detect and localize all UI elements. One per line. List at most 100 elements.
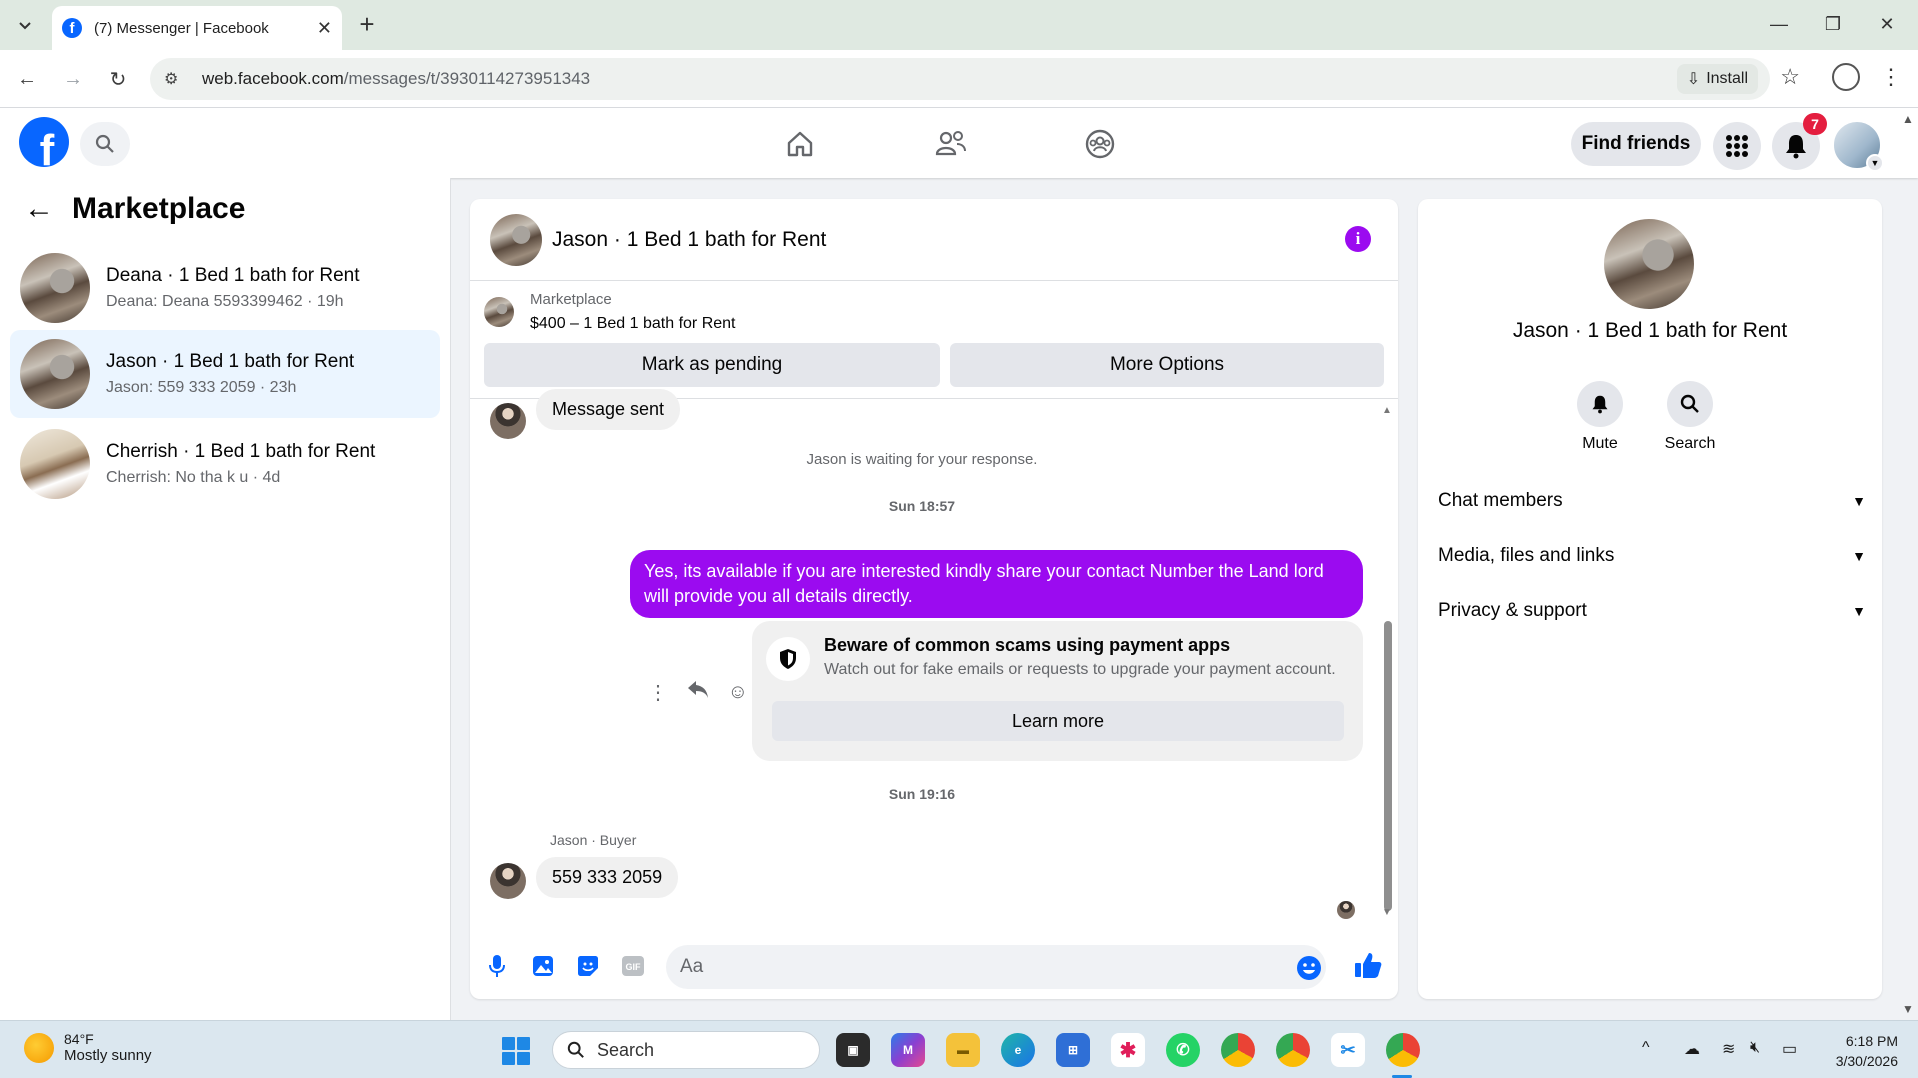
gif-icon[interactable]: GIF [618,951,648,981]
microphone-icon[interactable] [482,951,512,981]
wifi-icon[interactable]: ≋ [1722,1039,1735,1059]
minimize-window-button[interactable]: — [1756,8,1802,40]
windows-taskbar: 84°F Mostly sunny Search ▣ M ▬ e ⊞ ✱ ✆ ✂… [0,1020,1918,1078]
account-chevron-icon[interactable]: ▼ [1866,154,1884,172]
conversation-name: Cherrish · 1 Bed 1 bath for Rent [106,441,376,462]
facebook-logo[interactable]: f [19,117,69,167]
chat-title[interactable]: Jason · 1 Bed 1 bath for Rent [552,228,826,252]
chat-header: Jason · 1 Bed 1 bath for Rent i [470,199,1398,281]
facebook-search-button[interactable] [80,122,130,166]
restore-window-button[interactable]: ❐ [1810,8,1856,40]
chrome-icon[interactable] [1221,1033,1255,1067]
task-view-icon[interactable]: ▣ [836,1033,870,1067]
mark-as-pending-button[interactable]: Mark as pending [484,343,940,387]
reply-icon[interactable] [687,679,709,705]
volume-muted-icon[interactable]: 🔇︎ [1750,1039,1760,1057]
sticker-icon[interactable] [573,951,603,981]
friends-nav-button[interactable] [929,122,973,166]
conversation-item-deana[interactable]: Deana · 1 Bed 1 bath for Rent Deana: Dea… [10,244,440,332]
avatar [20,253,90,323]
scrollbar-thumb[interactable] [1384,621,1392,911]
forward-arrow-icon[interactable]: → [58,64,88,94]
media-files-links-section[interactable]: Media, files and links ▼ [1438,536,1866,576]
scam-warning-title: Beware of common scams using payment app… [824,635,1231,655]
onedrive-icon[interactable]: ☁ [1684,1039,1700,1059]
file-explorer-icon[interactable]: ▬ [946,1033,980,1067]
new-tab-button[interactable]: + [352,10,382,40]
microsoft-store-icon[interactable]: ⊞ [1056,1033,1090,1067]
chrome-active-icon[interactable] [1386,1033,1420,1067]
message-input[interactable]: Aa [666,945,1326,989]
install-app-button[interactable]: ⇩ Install [1676,64,1758,94]
edge-icon[interactable]: e [1001,1033,1035,1067]
chat-panel: Jason · 1 Bed 1 bath for Rent i Marketpl… [470,199,1398,999]
site-settings-icon[interactable]: ⚙ [164,69,190,89]
learn-more-button[interactable]: Learn more [772,701,1344,741]
url-host: web.facebook.com [202,69,344,88]
conversation-item-jason[interactable]: Jason · 1 Bed 1 bath for Rent Jason: 559… [10,330,440,418]
chat-members-section[interactable] [1438,390,1866,430]
svg-text:GIF: GIF [626,962,642,972]
shield-icon [766,637,810,681]
slack-icon[interactable]: ✱ [1111,1033,1145,1067]
chevron-down-icon: ▼ [1852,493,1866,509]
bookmark-star-icon[interactable]: ☆ [1780,64,1800,90]
conversation-item-cherrish[interactable]: Cherrish · 1 Bed 1 bath for Rent Cherris… [10,420,440,508]
scroll-down-arrow[interactable]: ▼ [1382,907,1392,918]
profile-avatar[interactable] [1604,219,1694,309]
listing-thumbnail[interactable] [484,297,514,327]
tray-overflow-chevron-icon[interactable]: ^ [1642,1039,1650,1057]
find-friends-button[interactable]: Find friends [1571,122,1701,166]
weather-temp: 84°F [64,1031,94,1047]
scam-warning-card: Beware of common scams using payment app… [752,621,1363,761]
back-arrow-icon[interactable]: ← [24,192,54,226]
close-tab-icon[interactable]: ✕ [317,18,332,39]
tab-search-button[interactable] [10,10,40,40]
chat-members-section[interactable]: Chat members ▼ [1438,481,1866,521]
grid-menu-icon [1726,135,1748,157]
menu-grid-button[interactable] [1713,122,1761,170]
groups-icon [1085,129,1115,159]
browser-tab-messenger[interactable]: f (7) Messenger | Facebook ✕ [52,6,342,50]
read-receipt-avatar [1337,901,1355,919]
chat-scrollbar[interactable]: ▲ ▼ [1380,399,1394,919]
battery-icon[interactable]: ▭ [1782,1039,1797,1059]
taskbar-search[interactable]: Search [552,1031,820,1069]
chrome-profile-icon[interactable] [1276,1033,1310,1067]
reload-icon[interactable]: ↻ [103,64,133,94]
privacy-support-section[interactable]: Privacy & support ▼ [1438,591,1866,631]
tab-title: (7) Messenger | Facebook [94,19,269,37]
info-icon[interactable]: i [1345,226,1371,252]
thumbs-up-icon[interactable] [1354,951,1382,984]
back-arrow-icon[interactable]: ← [12,64,42,94]
marketplace-listing-banner: Marketplace $400 – 1 Bed 1 bath for Rent… [470,281,1398,399]
address-bar[interactable]: ⚙ web.facebook.com/messages/t/3930114273… [150,58,1770,100]
install-icon: ⇩ [1686,71,1701,88]
section-label: Media, files and links [1438,545,1615,566]
page-scroll-down-arrow[interactable]: ▼ [1902,1002,1914,1016]
home-nav-button[interactable] [778,122,822,166]
page-scroll-up-arrow[interactable]: ▲ [1902,112,1914,126]
weather-widget[interactable]: 84°F Mostly sunny [24,1031,152,1064]
microsoft-365-icon[interactable]: M [891,1033,925,1067]
groups-nav-button[interactable] [1078,122,1122,166]
more-options-button[interactable]: More Options [950,343,1384,387]
listing-price-title[interactable]: $400 – 1 Bed 1 bath for Rent [530,315,735,333]
chevron-down-icon: ▼ [1852,603,1866,619]
more-actions-icon[interactable]: ⋮ [648,680,668,705]
browser-menu-icon[interactable]: ⋮ [1880,64,1902,90]
conversation-name: Jason · 1 Bed 1 bath for Rent [106,351,355,372]
emoji-icon[interactable] [1296,955,1322,986]
close-window-button[interactable]: ✕ [1864,8,1910,40]
conversation-preview: Jason: 559 333 2059 · 23h [106,379,297,396]
scroll-up-arrow[interactable]: ▲ [1382,405,1392,416]
react-smiley-icon[interactable]: ☺ [728,681,748,704]
snipping-tool-icon[interactable]: ✂ [1331,1033,1365,1067]
chat-avatar[interactable] [490,213,542,266]
start-button[interactable] [502,1037,530,1065]
whatsapp-icon[interactable]: ✆ [1166,1033,1200,1067]
photo-icon[interactable] [528,951,558,981]
browser-profile-icon[interactable] [1832,63,1860,91]
system-clock[interactable]: 6:18 PM 3/30/2026 [1810,1031,1898,1071]
sidebar-header: ← Marketplace [24,192,245,226]
